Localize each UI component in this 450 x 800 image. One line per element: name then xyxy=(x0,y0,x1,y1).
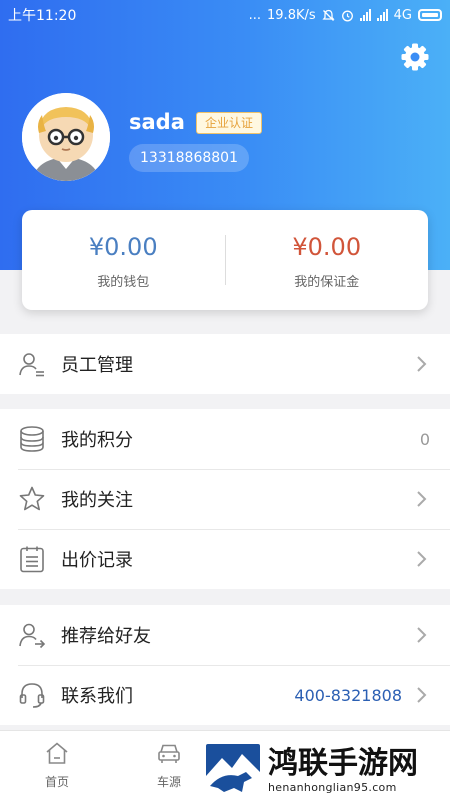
tab-cars[interactable]: 车源 xyxy=(139,741,199,790)
contact-phone[interactable]: 400-8321808 xyxy=(294,686,402,705)
status-time: 上午11:20 xyxy=(8,8,77,24)
watermark-title: 鸿联手游网 xyxy=(268,745,418,781)
menu-item-follow[interactable]: 我的关注 xyxy=(0,469,450,529)
database-coins-icon xyxy=(20,426,44,452)
avatar[interactable] xyxy=(22,93,110,181)
wallet-deposit-label: 我的保证金 xyxy=(294,274,360,290)
menu-item-bid-records[interactable]: 出价记录 xyxy=(0,529,450,589)
wallet-deposit[interactable]: ¥0.00 我的保证金 xyxy=(226,231,429,290)
wallet-deposit-amount: ¥0.00 xyxy=(292,232,362,261)
headset-icon xyxy=(19,683,45,708)
share-person-icon xyxy=(19,623,46,649)
chevron-right-icon xyxy=(417,491,427,507)
username: sada xyxy=(129,110,185,134)
car-icon xyxy=(158,744,180,763)
staff-person-icon xyxy=(19,353,44,377)
signal-icon-2 xyxy=(376,9,388,21)
wallet-card: ¥0.00 我的钱包 ¥0.00 我的保证金 xyxy=(22,210,428,310)
battery-icon xyxy=(418,9,442,21)
phone-number-pill: 13318868801 xyxy=(129,144,249,172)
signal-icon xyxy=(359,9,371,21)
menu-item-recommend[interactable]: 推荐给好友 xyxy=(0,605,450,665)
watermark-url: henanhonglian95.com xyxy=(268,780,397,794)
mute-icon xyxy=(322,9,335,21)
chevron-right-icon xyxy=(417,551,427,567)
menu-item-contact[interactable]: 联系我们 400-8321808 xyxy=(0,665,450,725)
star-icon xyxy=(19,486,45,511)
chevron-right-icon xyxy=(417,687,427,703)
tab-cars-label: 车源 xyxy=(156,775,181,789)
avatar-cartoon-icon xyxy=(22,93,110,181)
menu-label-staff: 员工管理 xyxy=(61,355,133,376)
menu-group-account: 我的积分 0 我的关注 出价记录 xyxy=(0,409,450,589)
network-type: 4G xyxy=(393,7,412,23)
clipboard-list-icon xyxy=(20,546,44,573)
chevron-right-icon xyxy=(417,627,427,643)
menu-label-bids: 出价记录 xyxy=(61,550,133,571)
alarm-icon xyxy=(341,10,353,21)
wallet-balance-label: 我的钱包 xyxy=(97,274,150,290)
status-bar: 上午11:20 ... 19.8K/s 4G xyxy=(0,0,450,30)
watermark-logo: 鸿联手游网 henanhonglian95.com xyxy=(200,740,450,800)
settings-gear-icon[interactable] xyxy=(400,42,430,72)
menu-label-points: 我的积分 xyxy=(61,430,133,451)
status-dots: ... xyxy=(248,7,262,23)
menu-label-follow: 我的关注 xyxy=(61,490,133,511)
watermark-bull-mountain-icon xyxy=(206,744,260,796)
chevron-right-icon xyxy=(417,356,427,372)
points-value: 0 xyxy=(419,429,430,449)
enterprise-cert-badge: 企业认证 xyxy=(196,112,263,134)
menu-label-contact: 联系我们 xyxy=(61,686,133,707)
menu-group-support: 推荐给好友 联系我们 400-8321808 xyxy=(0,605,450,725)
tab-home[interactable]: 首页 xyxy=(27,741,87,790)
menu-item-staff-management[interactable]: 员工管理 xyxy=(0,334,450,394)
tab-home-label: 首页 xyxy=(44,775,69,789)
menu-label-recommend: 推荐给好友 xyxy=(61,626,151,647)
menu-item-points[interactable]: 我的积分 0 xyxy=(0,409,450,469)
wallet-balance-amount: ¥0.00 xyxy=(88,232,158,261)
status-net-speed: 19.8K/s xyxy=(267,7,316,23)
home-icon xyxy=(46,742,68,764)
wallet-balance[interactable]: ¥0.00 我的钱包 xyxy=(22,231,225,290)
menu-group-staff: 员工管理 xyxy=(0,334,450,394)
